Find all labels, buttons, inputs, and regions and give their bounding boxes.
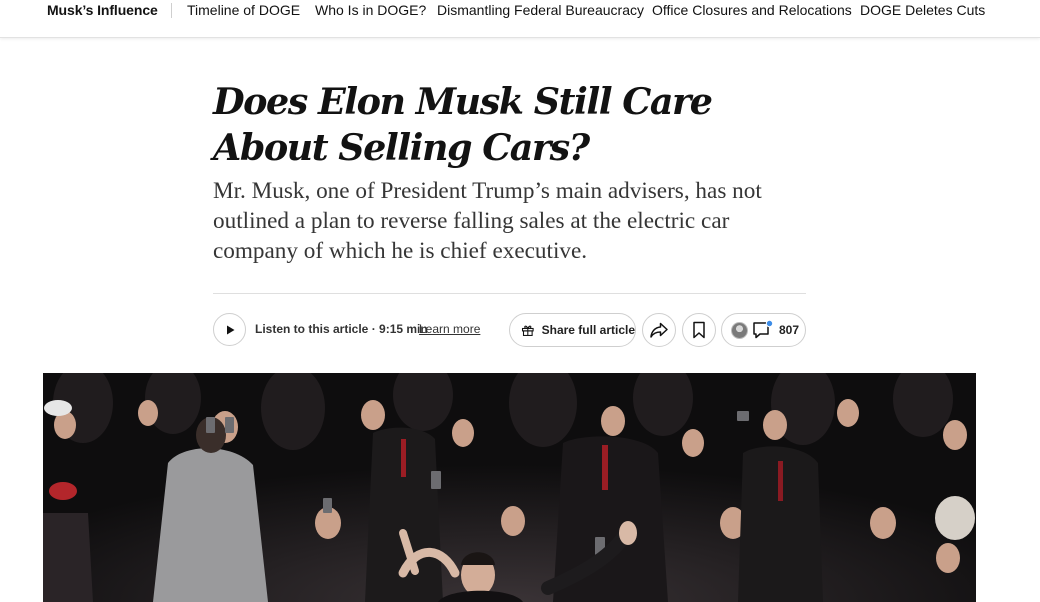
learn-more-link[interactable]: Learn more bbox=[419, 322, 480, 336]
nav-brand[interactable]: Musk’s Influence bbox=[47, 2, 158, 18]
listen-label: Listen to this article · 9:15 min bbox=[255, 322, 428, 336]
divider bbox=[213, 293, 806, 294]
nav-link-who-is-in-doge[interactable]: Who Is in DOGE? bbox=[315, 2, 426, 18]
article-summary: Mr. Musk, one of President Trump’s main … bbox=[213, 178, 762, 264]
nav-divider bbox=[171, 3, 172, 18]
nav-link-doge-deletes-cuts[interactable]: DOGE Deletes Cuts bbox=[860, 2, 985, 18]
play-audio-button[interactable] bbox=[213, 313, 246, 346]
share-full-article-button[interactable]: Share full article bbox=[509, 313, 636, 347]
save-bookmark-button[interactable] bbox=[682, 313, 716, 347]
nav-link-office-closures[interactable]: Office Closures and Relocations bbox=[652, 2, 852, 18]
bookmark-icon bbox=[693, 321, 705, 339]
play-icon bbox=[226, 325, 234, 334]
comment-count: 807 bbox=[779, 323, 800, 337]
gift-icon bbox=[521, 325, 534, 336]
comments-button[interactable]: 807 bbox=[721, 313, 806, 347]
section-nav: Musk’s Influence Timeline of DOGE Who Is… bbox=[0, 0, 1040, 38]
commenter-avatar bbox=[731, 321, 748, 339]
nav-link-timeline[interactable]: Timeline of DOGE bbox=[187, 2, 300, 18]
article-headline: Does Elon Musk Still Care About Selling … bbox=[213, 80, 713, 169]
share-label: Share full article bbox=[541, 323, 635, 337]
share-arrow-icon bbox=[650, 322, 668, 338]
nav-link-dismantling-bureaucracy[interactable]: Dismantling Federal Bureaucracy bbox=[437, 2, 644, 18]
comment-icon bbox=[753, 320, 774, 339]
share-button[interactable] bbox=[642, 313, 676, 347]
article-lead-photo bbox=[43, 373, 976, 602]
